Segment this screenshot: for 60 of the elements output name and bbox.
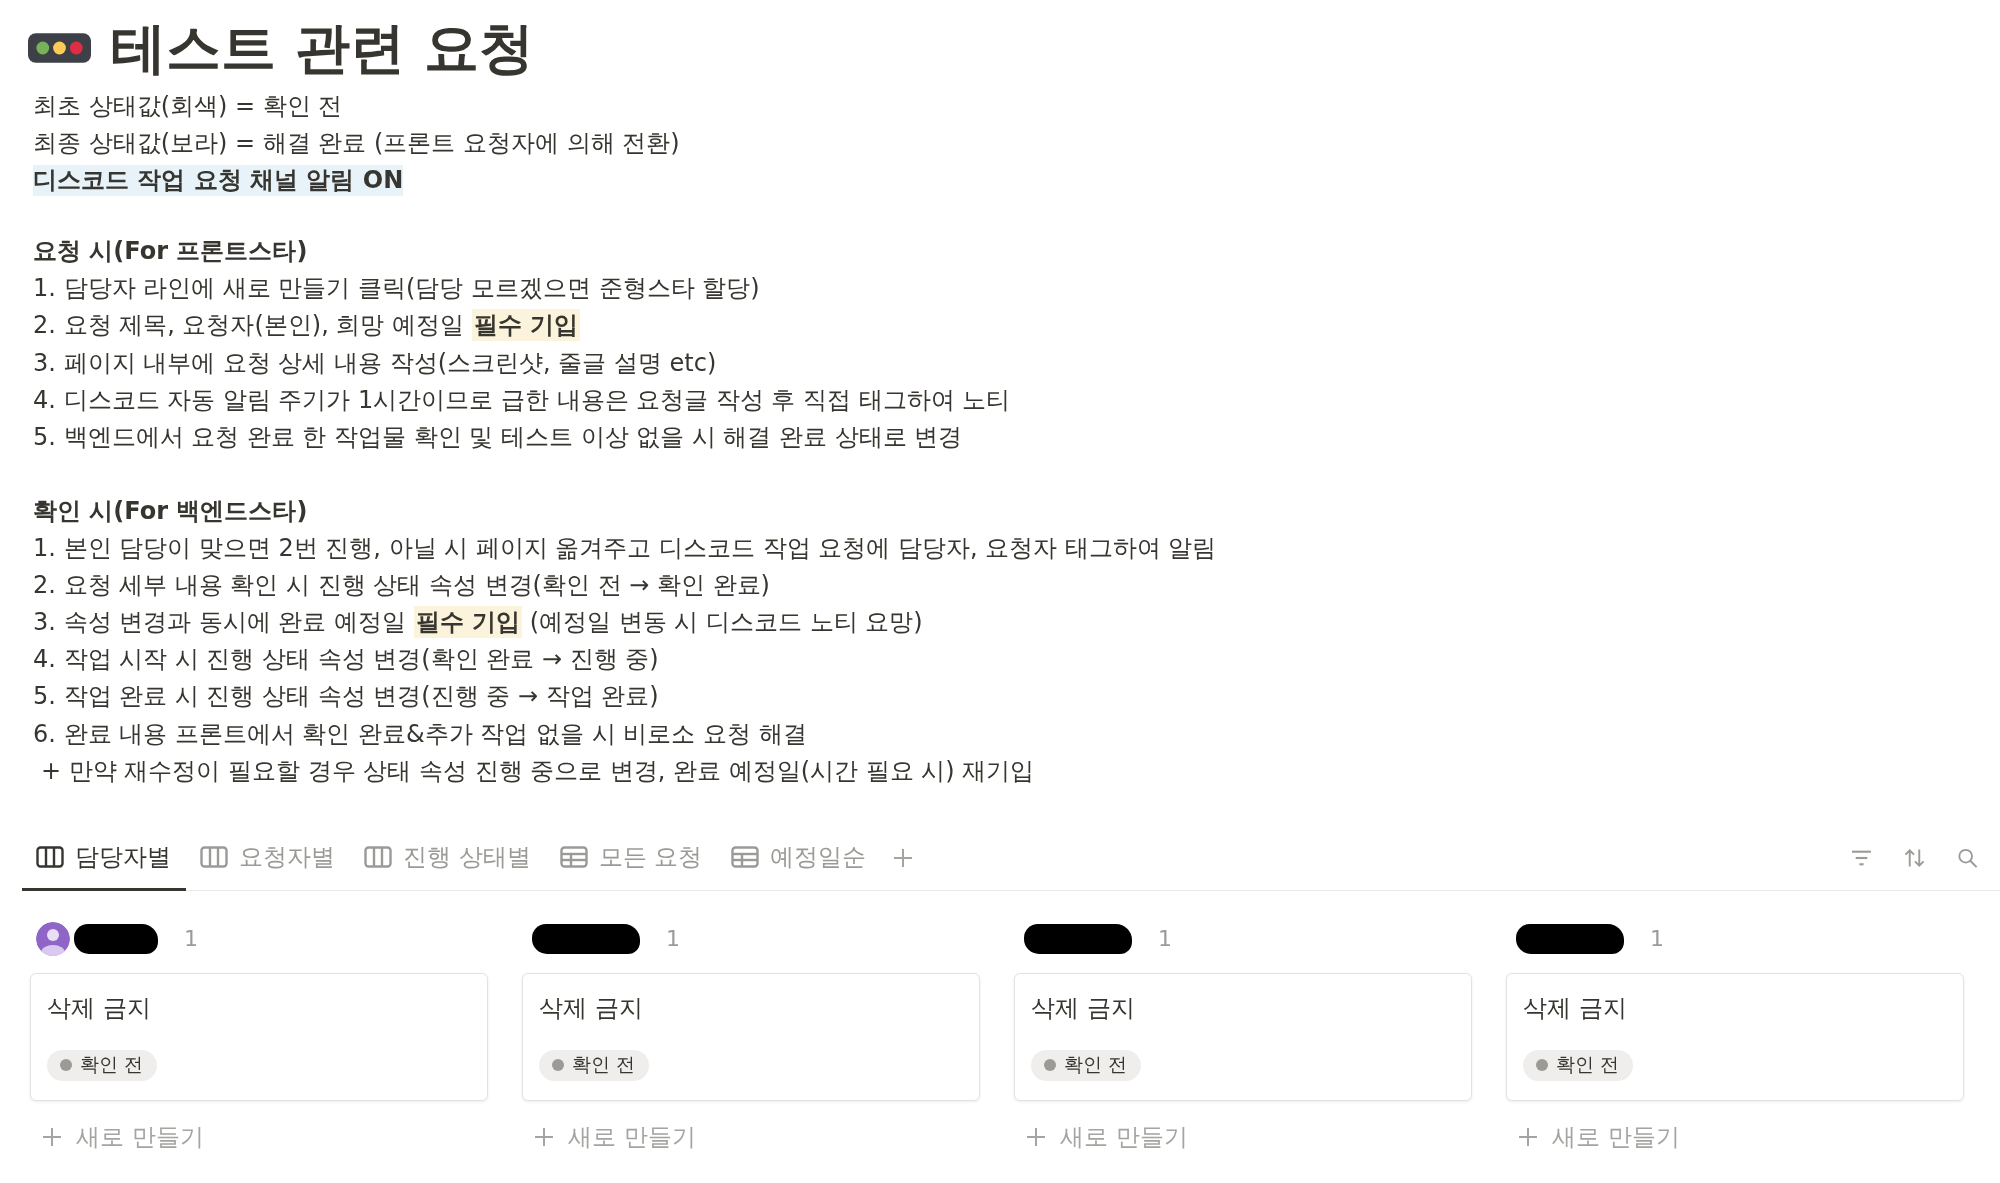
view-tab[interactable]: 담당자별 [22,825,186,892]
note-line: + 만약 재수정이 필요할 경우 상태 속성 진행 중으로 변경, 완료 예정일(시간 필요 시) 재기입 [40,755,1035,787]
list-step: 4. 작업 시작 시 진행 상태 속성 변경(확인 완료 → 진행 중) [33,641,659,679]
list-step: 3. 페이지 내부에 요청 상세 내용 작성(스크린샷, 줄글 설명 etc) [33,344,717,382]
new-item-button[interactable]: 새로 만들기 [30,1116,204,1157]
board-card[interactable]: 삭제 금지 확인 전 [1014,972,1472,1101]
text-line: 최초 상태값(회색) = 확인 전 [33,91,343,122]
item-count: 1 [1650,926,1664,952]
list-step: 2. 요청 제목, 요청자(본인), 희망 예정일 필수 기입 [33,307,580,345]
section-heading: 요청 시(For 프론트스타) [33,236,308,268]
search-icon[interactable] [1957,847,1978,868]
table-icon [731,845,760,868]
sort-icon[interactable] [1904,847,1925,868]
card-title: 삭제 금지 [1523,992,1627,1024]
plus-icon [42,1126,62,1147]
list-step: 5. 작업 완료 시 진행 상태 속성 변경(진행 중 → 작업 완료) [33,678,659,716]
plus-icon[interactable] [893,847,914,868]
list-step: 1. 본인 담당이 맞으면 2번 진행, 아닐 시 페이지 옮겨주고 디스코드 작업 요청에 담당자, 요청자 태그하여 알림 [33,530,1217,568]
list-step: 3. 속성 변경과 동시에 완료 예정일 필수 기입 (예정일 변동 시 디스코드 노티 요망) [33,604,923,642]
status-dot-icon [60,1059,72,1072]
view-tab[interactable]: 진행 상태별 [350,825,546,892]
list-step: 5. 백엔드에서 요청 완료 한 작업물 확인 및 테스트 이상 없을 시 해결 완료 상태로 변경 [33,418,963,456]
view-tab[interactable]: 예정일순 [717,825,882,892]
plus-icon [1518,1126,1538,1147]
status-label: 확인 전 [1064,1052,1128,1078]
status-label: 확인 전 [80,1052,144,1078]
text-line: 최종 상태값(보라) = 해결 완료 (프론트 요청자에 의해 전환) [33,128,680,160]
highlighted-text: 디스코드 작업 요청 채널 알림 ON [33,165,404,197]
item-count: 1 [1158,926,1172,952]
item-count: 1 [184,926,198,952]
view-tab[interactable]: 요청자별 [186,825,350,892]
list-step: 2. 요청 세부 내용 확인 시 진행 상태 속성 변경(확인 전 → 확인 완료) [33,567,770,605]
card-title: 삭제 금지 [1031,992,1135,1024]
status-dot-icon [1536,1059,1548,1072]
status-dot-icon [552,1059,564,1072]
plus-icon [534,1126,554,1147]
page-title: 테스트 관련 요청 [111,15,535,82]
board-card[interactable]: 삭제 금지 확인 전 [522,972,980,1101]
columns-icon [36,845,64,868]
view-tab[interactable]: 모든 요청 [545,825,718,892]
list-step: 4. 디스코드 자동 알림 주기가 1시간이므로 급한 내용은 요청글 작성 후 직접 태그하여 노티 [33,381,1011,419]
new-item-button[interactable]: 새로 만들기 [1014,1116,1188,1157]
board-card[interactable]: 삭제 금지 확인 전 [30,972,488,1101]
columns-icon [200,845,228,868]
card-title: 삭제 금지 [47,992,151,1024]
card-title: 삭제 금지 [539,992,643,1024]
columns-icon [364,845,392,868]
new-item-button[interactable]: 새로 만들기 [1506,1116,1680,1157]
list-step: 6. 완료 내용 프론트에서 확인 완료&추가 작업 없을 시 비로소 요청 해결 [33,715,807,753]
section-heading: 확인 시(For 백엔드스타) [33,495,308,527]
traffic-light-icon [28,33,91,63]
board-card[interactable]: 삭제 금지 확인 전 [1506,972,1964,1101]
status-dot-icon [1044,1059,1056,1072]
plus-icon [1026,1126,1046,1147]
item-count: 1 [666,926,680,952]
status-label: 확인 전 [1556,1052,1620,1078]
list-step: 1. 담당자 라인에 새로 만들기 클릭(담당 모르겠으면 준형스타 할당) [33,270,760,308]
table-icon [559,845,588,868]
status-label: 확인 전 [572,1052,636,1078]
new-item-button[interactable]: 새로 만들기 [522,1116,696,1157]
